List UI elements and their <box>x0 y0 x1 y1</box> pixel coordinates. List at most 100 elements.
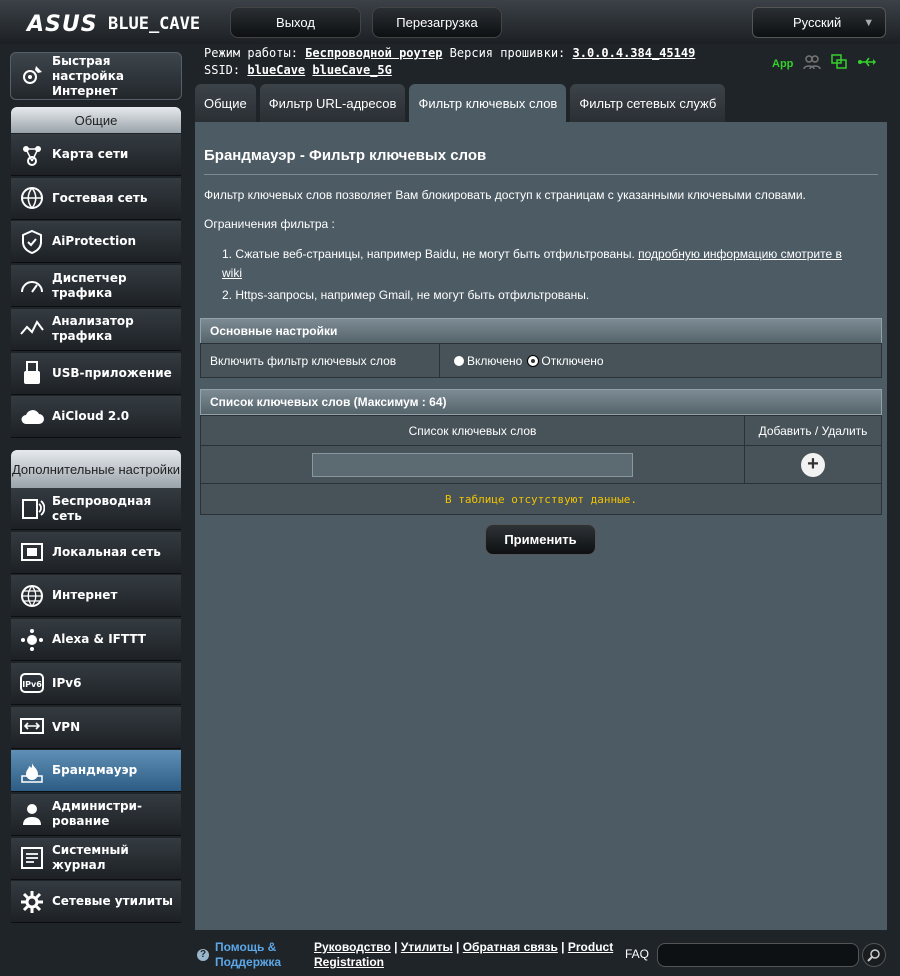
radio-on[interactable] <box>454 355 464 366</box>
radio-off[interactable] <box>528 355 539 366</box>
faq-search-input[interactable] <box>657 943 859 967</box>
sidebar-item-label: Карта сети <box>52 147 129 161</box>
feedback-link[interactable]: Обратная связь <box>463 940 558 954</box>
model-name: BLUE_CAVE <box>108 14 201 34</box>
network-status-icon[interactable] <box>831 54 848 73</box>
no-data-message: В таблице отсутствуют данные. <box>201 484 881 514</box>
column-header-keywords: Список ключевых слов <box>201 416 745 445</box>
sidebar-item-traffic-manager[interactable]: Диспетчер трафика <box>11 265 181 308</box>
sidebar-item-guest-network[interactable]: Гостевая сеть <box>11 177 181 220</box>
column-header-add-delete: Добавить / Удалить <box>758 423 868 438</box>
sidebar-item-label: VPN <box>52 719 81 734</box>
sidebar-item-aiprotection[interactable]: AiProtection <box>11 221 181 264</box>
logout-button[interactable]: Выход <box>230 7 361 38</box>
limitations-list: 1. Сжатые веб-страницы, например Baidu, … <box>222 245 862 308</box>
aiprotection-icon <box>18 228 46 256</box>
sidebar-item-system-log[interactable]: Системный журнал <box>11 837 181 880</box>
sidebar-item-traffic-analyzer[interactable]: Анализатор трафика <box>11 308 181 351</box>
mode-link[interactable]: Беспроводной роутер <box>305 46 442 60</box>
alexa-icon <box>18 626 46 654</box>
ssid-24-link[interactable]: blueCave <box>247 63 305 77</box>
apply-button[interactable]: Применить <box>485 524 596 555</box>
plus-icon: + <box>807 452 819 475</box>
network-map-icon <box>18 141 46 169</box>
sidebar-item-wireless[interactable]: Беспроводная сеть <box>11 488 181 530</box>
router-info: Режим работы: Беспроводной роутер Версия… <box>204 45 695 79</box>
sidebar-item-firewall[interactable]: Брандмауэр <box>11 750 181 793</box>
utility-link[interactable]: Утилиты <box>401 940 453 954</box>
usb-icon[interactable] <box>857 55 877 72</box>
app-icon[interactable]: App <box>772 58 793 70</box>
sidebar-item-aicloud[interactable]: AiCloud 2.0 <box>11 396 181 439</box>
chevron-down-icon: ▼ <box>863 16 875 29</box>
traffic-manager-icon <box>18 272 46 300</box>
sidebar-item-label: AiCloud 2.0 <box>52 409 130 424</box>
svg-text:IPv6: IPv6 <box>22 680 42 689</box>
asus-logo: ASUS <box>27 12 98 37</box>
sidebar-item-quick-setup[interactable]: Быстрая настройка Интернет <box>10 52 182 100</box>
sidebar-item-label: Быстрая настройка Интернет <box>52 53 124 98</box>
ssid-5g-link[interactable]: blueCave_5G <box>312 63 391 77</box>
administration-icon <box>18 800 46 828</box>
page-title: Брандмауэр - Фильтр ключевых слов <box>204 147 487 164</box>
sidebar-item-alexa[interactable]: Alexa & IFTTT <box>11 619 181 662</box>
faq-search-button[interactable] <box>862 943 886 967</box>
sidebar-item-label: Интернет <box>52 588 118 603</box>
sidebar-item-vpn[interactable]: VPN <box>11 706 181 749</box>
language-select[interactable]: Русский ▼ <box>752 7 886 38</box>
sidebar-item-label: Системный журнал <box>52 843 129 873</box>
sidebar-item-label: Диспетчер трафика <box>52 270 127 300</box>
aicloud-icon <box>18 403 46 431</box>
sidebar-item-label: Локальная сеть <box>52 544 161 559</box>
tab-2[interactable]: Фильтр ключевых слов <box>409 84 567 122</box>
sidebar-item-ipv6[interactable]: IPv6 IPv6 <box>11 662 181 705</box>
reboot-button[interactable]: Перезагрузка <box>372 7 502 38</box>
keyword-input[interactable] <box>312 452 633 477</box>
sidebar-item-network-tools[interactable]: Сетевые утилиты <box>11 881 181 924</box>
radio-on-label[interactable]: Включено <box>467 354 522 368</box>
guest-network-icon <box>18 184 46 212</box>
sidebar-item-label: Брандмауэр <box>52 763 138 778</box>
footer-links: Руководство | Утилиты | Обратная связь |… <box>314 940 614 969</box>
network-tools-icon <box>18 888 46 916</box>
tab-1[interactable]: Фильтр URL-адресов <box>259 84 406 122</box>
usb-app-icon <box>18 359 46 387</box>
clients-icon[interactable] <box>803 54 822 73</box>
sidebar-item-globe[interactable]: Интернет <box>11 575 181 618</box>
sidebar-item-usb-app[interactable]: USB-приложение <box>11 352 181 395</box>
sidebar-item-label: USB-приложение <box>52 365 172 380</box>
enable-filter-radio-group: Включено Отключено <box>440 344 881 377</box>
manual-link[interactable]: Руководство <box>314 940 391 954</box>
table-header-row: Список ключевых слов Добавить / Удалить <box>201 416 881 446</box>
tab-0[interactable]: Общие <box>195 84 256 122</box>
page-description: Фильтр ключевых слов позволяет Вам блоки… <box>204 188 806 202</box>
firmware-link[interactable]: 3.0.0.4.384_45149 <box>573 46 696 60</box>
lan-icon <box>18 538 46 566</box>
list-item: 1. Сжатые веб-страницы, например Baidu, … <box>222 245 862 283</box>
help-support[interactable]: ? Помощь & Поддержка <box>197 940 305 970</box>
help-support-link[interactable]: Помощь & Поддержка <box>215 940 305 970</box>
ipv6-icon: IPv6 <box>18 669 46 697</box>
sidebar-item-network-map[interactable]: Карта сети <box>11 134 181 176</box>
main-panel: Брандмауэр - Фильтр ключевых слов Фильтр… <box>195 122 887 930</box>
language-value: Русский <box>793 15 842 30</box>
sidebar-item-label: Гостевая сеть <box>52 190 148 205</box>
globe-icon <box>18 582 46 610</box>
keyword-list-header: Список ключевых слов (Максимум : 64) <box>200 389 882 415</box>
footer: ? Помощь & Поддержка Руководство | Утили… <box>195 936 887 972</box>
sidebar-item-administration[interactable]: Администри-рование <box>11 793 181 836</box>
tab-3[interactable]: Фильтр сетевых служб <box>570 84 726 122</box>
sidebar-item-label: Сетевые утилиты <box>52 894 173 909</box>
mode-label: Режим работы: <box>204 46 298 60</box>
system-log-icon <box>18 844 46 872</box>
list-item: 2. Https-запросы, например Gmail, не мог… <box>222 288 590 302</box>
sidebar-item-label: IPv6 <box>52 675 82 690</box>
enable-filter-label: Включить фильтр ключевых слов <box>201 344 440 377</box>
radio-off-label[interactable]: Отключено <box>541 354 603 368</box>
quick-setup-icon <box>18 62 46 90</box>
sidebar-item-label: AiProtection <box>52 234 136 249</box>
search-icon <box>867 949 880 962</box>
limit-1-text: 1. Сжатые веб-страницы, например Baidu, … <box>222 247 635 261</box>
add-keyword-button[interactable]: + <box>801 452 825 477</box>
sidebar-item-lan[interactable]: Локальная сеть <box>11 531 181 574</box>
